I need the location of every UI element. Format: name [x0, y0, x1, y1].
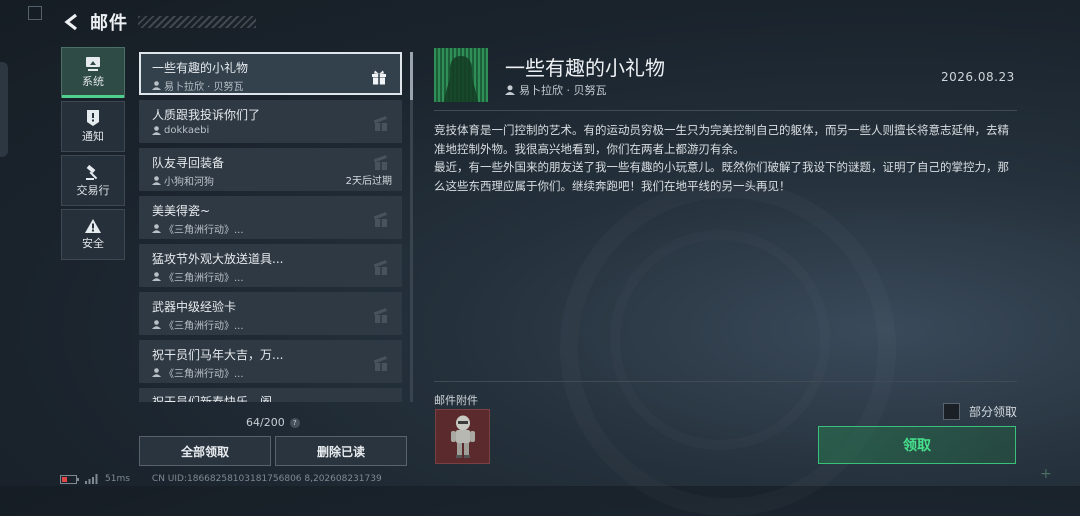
claim-button[interactable]: 领取 — [818, 426, 1016, 464]
gift-opened-icon — [373, 260, 387, 275]
mail-sender: 《三角洲行动》... — [152, 317, 402, 332]
battery-icon — [60, 474, 79, 484]
detail-divider — [434, 110, 1017, 111]
back-button[interactable] — [60, 10, 84, 34]
mail-date: 2026.08.23 — [941, 70, 1015, 84]
mail-body-paragraph: 竞技体育是一门控制的艺术。有的运动员穷极一生只为完美控制自己的躯体，而另一些人则… — [434, 123, 1009, 156]
partial-claim-label: 部分领取 — [969, 405, 1018, 419]
mail-item[interactable]: 美美得瓷~ 《三角洲行动》... — [139, 196, 402, 239]
mail-detail-sender: 易卜拉欣 · 贝努瓦 — [505, 82, 607, 98]
partial-claim-checkbox[interactable] — [943, 403, 960, 420]
warning-icon — [85, 218, 101, 233]
mail-title: 一些有趣的小礼物 — [152, 61, 249, 75]
gift-icon — [372, 70, 386, 85]
person-icon — [152, 126, 161, 135]
gift-opened-icon — [373, 356, 387, 371]
gift-opened-icon — [373, 212, 387, 227]
chevron-left-icon — [64, 13, 77, 31]
sender-avatar — [434, 48, 488, 102]
mail-detail-title: 一些有趣的小礼物 — [505, 56, 665, 80]
mail-item[interactable]: 队友寻回装备 小狗和河狗 2天后过期 — [139, 148, 402, 191]
system-icon — [86, 56, 100, 71]
person-icon — [152, 81, 161, 90]
category-tab-system[interactable]: 系统 — [61, 47, 125, 98]
mail-item[interactable]: 一些有趣的小礼物 易卜拉欣 · 贝努瓦 — [139, 52, 402, 95]
page-title: 邮件 — [90, 13, 128, 34]
mail-body-paragraph: 最近，有一些外国来的朋友送了我一些有趣的小玩意儿。既然你们破解了我设下的谜题，证… — [434, 160, 1009, 193]
header: 邮件 — [60, 8, 256, 36]
category-tab-trade[interactable]: 交易行 — [61, 155, 125, 206]
mail-title: 人质跟我投诉你们了 — [152, 108, 261, 122]
mail-item[interactable]: 猛攻节外观大放送道具... 《三角洲行动》... — [139, 244, 402, 287]
mail-title: 美美得瓷~ — [152, 204, 211, 218]
mail-sender: 《三角洲行动》... — [152, 221, 402, 236]
person-icon — [152, 176, 161, 185]
uid-text: CN UID:18668258103181756806 8,2026082317… — [151, 474, 382, 484]
mail-item[interactable]: 人质跟我投诉你们了 dokkaebi — [139, 100, 402, 143]
ping-value: 51ms — [105, 474, 130, 484]
person-icon — [152, 320, 161, 329]
hammer-icon — [86, 164, 98, 180]
mail-item[interactable]: 祝干员们新春快乐，阖 — [139, 388, 402, 402]
category-tab-security[interactable]: 安全 — [61, 209, 125, 260]
mail-list-scrollbar[interactable] — [410, 52, 413, 402]
person-icon — [152, 224, 161, 233]
attachments-label: 邮件附件 — [434, 394, 478, 407]
attachment-item[interactable] — [435, 409, 490, 464]
gift-opened-icon — [373, 308, 387, 323]
title-decoration — [138, 16, 256, 28]
mail-count: 64/200 ? — [246, 416, 300, 429]
category-label: 安全 — [82, 236, 104, 250]
plus-icon: + — [1040, 466, 1052, 482]
mail-sender: 易卜拉欣 · 贝努瓦 — [152, 78, 400, 93]
mail-sender: 《三角洲行动》... — [152, 365, 402, 380]
mail-title: 队友寻回装备 — [152, 156, 225, 170]
side-notch — [0, 62, 8, 157]
background-emblem-inner — [610, 230, 830, 450]
notice-icon — [87, 109, 99, 126]
mail-item[interactable]: 祝干员们马年大吉，万... 《三角洲行动》... — [139, 340, 402, 383]
mail-item[interactable]: 武器中级经验卡 《三角洲行动》... — [139, 292, 402, 335]
gift-opened-icon — [373, 116, 387, 131]
mail-sender: dokkaebi — [152, 125, 402, 136]
person-icon — [152, 272, 161, 281]
figurine-icon — [450, 415, 475, 458]
person-icon — [152, 368, 161, 377]
category-label: 交易行 — [76, 183, 110, 197]
delete-read-button[interactable]: 删除已读 — [275, 436, 407, 466]
mail-title: 猛攻节外观大放送道具... — [152, 252, 284, 266]
scrollbar-thumb[interactable] — [410, 52, 413, 100]
mail-title: 祝干员们新春快乐，阖 — [152, 395, 273, 402]
category-tab-notice[interactable]: 通知 — [61, 101, 125, 152]
status-bar: 51ms CN UID:18668258103181756806 8,20260… — [60, 474, 382, 484]
claim-all-button[interactable]: 全部领取 — [139, 436, 271, 466]
mail-title: 祝干员们马年大吉，万... — [152, 348, 284, 362]
partial-claim-option[interactable]: 部分领取 — [943, 403, 1017, 420]
category-label: 系统 — [82, 74, 104, 88]
help-icon[interactable]: ? — [289, 417, 300, 428]
mail-sender: 《三角洲行动》... — [152, 269, 402, 284]
mail-title: 武器中级经验卡 — [152, 300, 237, 314]
gift-opened-icon — [373, 155, 387, 170]
mail-body: 竞技体育是一门控制的艺术。有的运动员穷极一生只为完美控制自己的躯体，而另一些人则… — [434, 121, 1019, 195]
corner-marker — [28, 6, 42, 20]
attachment-divider — [434, 381, 1017, 382]
category-label: 通知 — [82, 129, 104, 143]
signal-icon — [85, 474, 98, 484]
expiry-label: 2天后过期 — [345, 176, 392, 187]
person-icon — [505, 85, 515, 95]
